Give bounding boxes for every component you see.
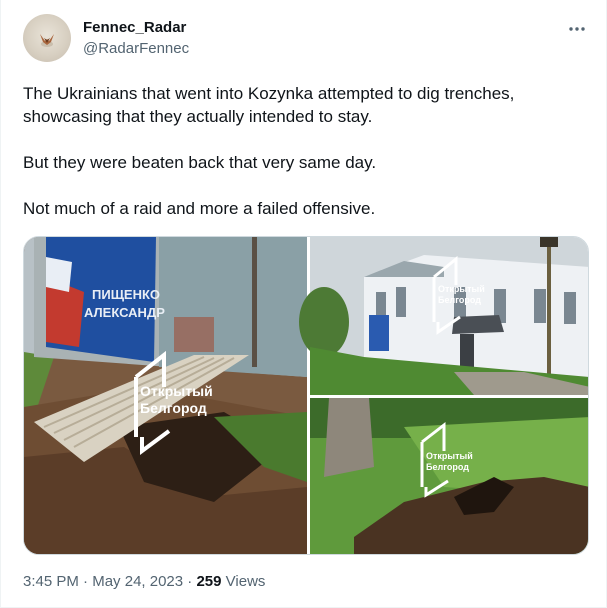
tweet-header: Fennec_Radar @RadarFennec bbox=[23, 14, 588, 64]
tweet-text: The Ukrainians that went into Kozynka at… bbox=[23, 84, 515, 218]
author-handle[interactable]: @RadarFennec bbox=[83, 39, 189, 59]
watermark2-line2: Белгород bbox=[438, 295, 481, 305]
author-info: Fennec_Radar @RadarFennec bbox=[83, 19, 189, 59]
media-grid: ПИЩЕНКО АЛЕКСАНДР Открытый Белгород Откр… bbox=[23, 236, 589, 555]
fennec-avatar-image bbox=[40, 34, 54, 47]
tweet-time[interactable]: 3:45 PM bbox=[23, 573, 79, 590]
tweet-meta: 3:45 PM · May 24, 2023 · 259 Views bbox=[23, 572, 265, 592]
watermark-line1: Открытый bbox=[140, 383, 213, 399]
tweet-date[interactable]: May 24, 2023 bbox=[92, 573, 183, 590]
watermark3-line1: Открытый bbox=[426, 451, 473, 461]
author-display-name[interactable]: Fennec_Radar bbox=[83, 19, 189, 37]
watermark-line2: Белгород bbox=[140, 400, 207, 416]
watermark3-line2: Белгород bbox=[426, 462, 469, 472]
banner-text-1: ПИЩЕНКО bbox=[92, 287, 160, 302]
watermark2-line1: Открытый bbox=[438, 284, 485, 294]
banner-text-2: АЛЕКСАНДР bbox=[84, 305, 165, 320]
avatar[interactable] bbox=[23, 14, 71, 62]
meta-separator-2: · bbox=[187, 573, 193, 590]
more-options-button[interactable] bbox=[566, 18, 588, 40]
photo-top-right[interactable]: Открытый Белгород bbox=[299, 237, 589, 395]
more-horizontal-icon bbox=[569, 27, 585, 31]
photo-bottom-right[interactable]: Открытый Белгород bbox=[310, 398, 589, 555]
views-count: 259 bbox=[196, 573, 222, 590]
meta-separator: · bbox=[83, 573, 89, 590]
photo-left[interactable]: ПИЩЕНКО АЛЕКСАНДР Открытый Белгород bbox=[24, 237, 307, 555]
tweet-card: Fennec_Radar @RadarFennec The Ukrainians… bbox=[0, 0, 607, 608]
views-label: Views bbox=[225, 573, 266, 590]
